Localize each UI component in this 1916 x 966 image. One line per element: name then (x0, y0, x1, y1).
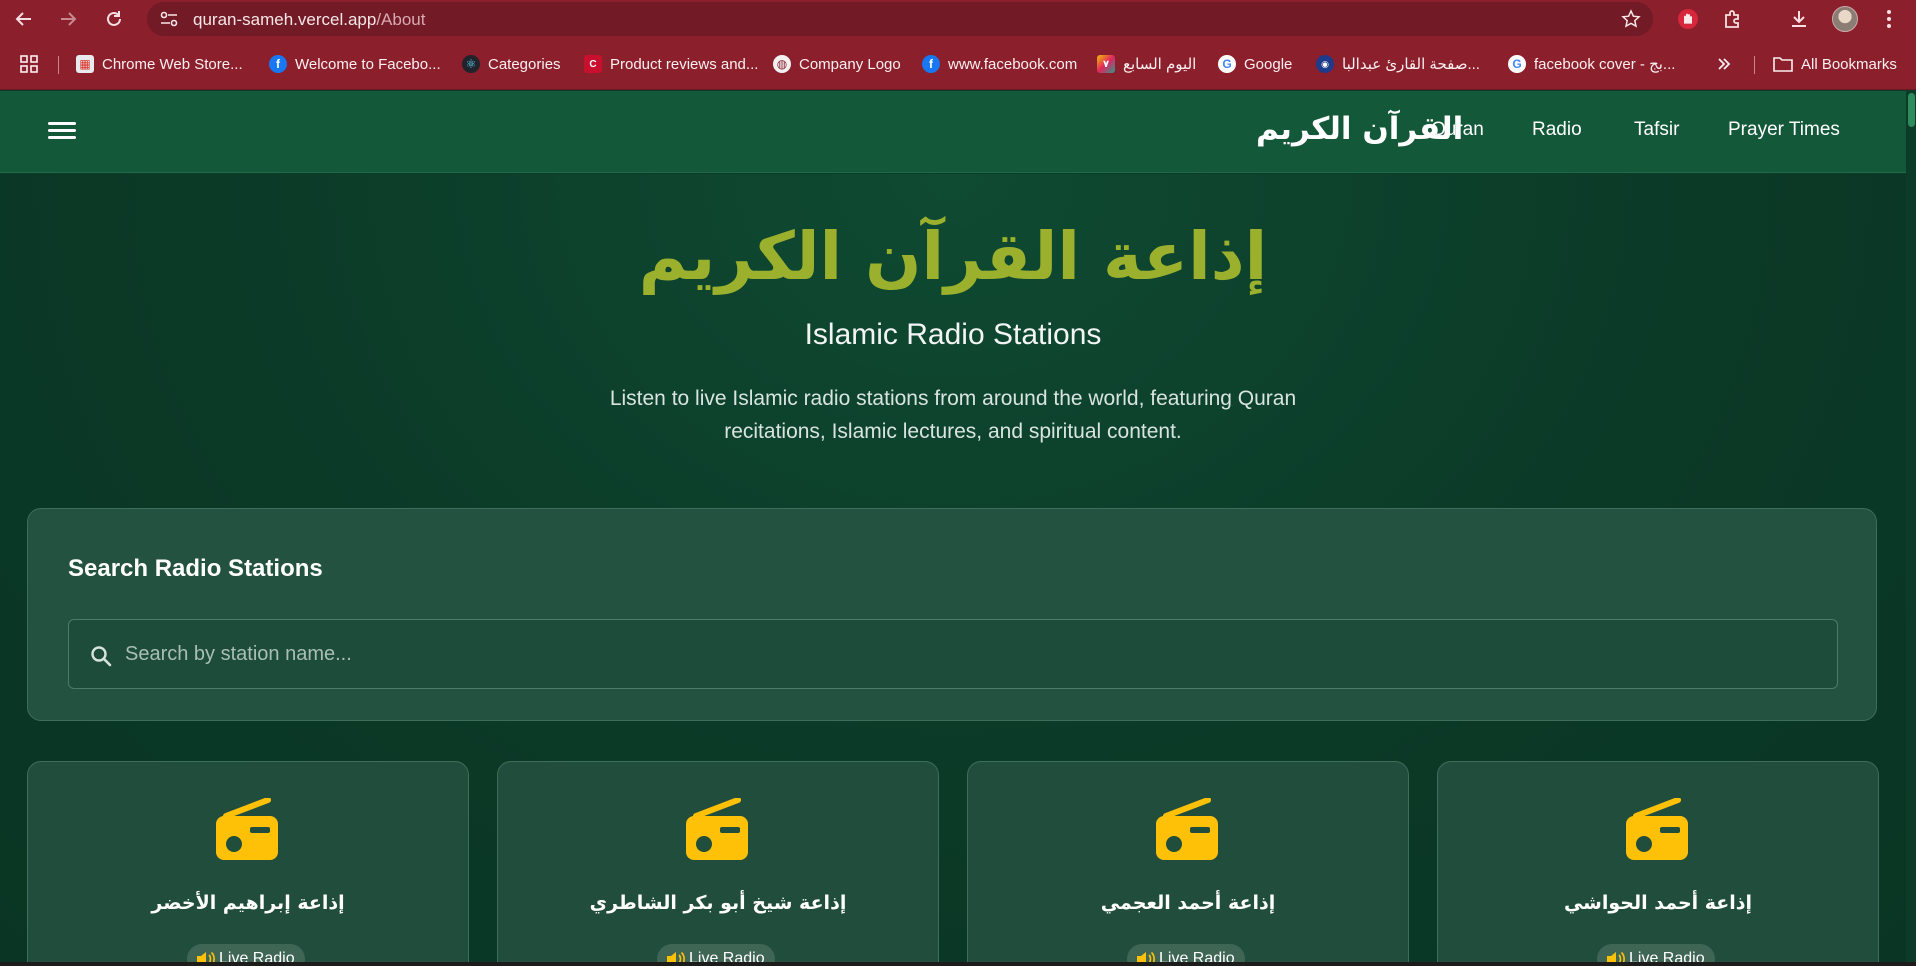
address-bar[interactable]: quran-sameh.vercel.app/About (147, 2, 1653, 36)
apps-grid-icon[interactable] (20, 53, 38, 75)
bookmark-label: www.facebook.com (948, 55, 1078, 73)
chrome-web-store-icon: ▦ (76, 55, 94, 73)
site-header: القرآن الكريم Quran Radio Tafsir Prayer … (0, 91, 1906, 173)
speaker-icon (667, 951, 685, 962)
hero-description: Listen to live Islamic radio stations fr… (609, 387, 1297, 443)
product-reviews-icon: C (584, 55, 602, 73)
download-icon[interactable] (1787, 7, 1811, 31)
bookmark-company-logo[interactable]: ◍ Company Logo (773, 53, 901, 75)
browser-toolbar: quran-sameh.vercel.app/About (0, 0, 1916, 38)
bookmark-label: Google (1244, 55, 1293, 73)
extensions-puzzle-icon[interactable] (1721, 7, 1745, 31)
bookmark-star-icon[interactable] (1621, 9, 1641, 29)
radio-icon (1156, 798, 1218, 860)
bookmark-label: Welcome to Facebo... (295, 55, 441, 73)
station-card[interactable]: إذاعة إبراهيم الأخضر Live Radio (27, 761, 469, 962)
profile-avatar[interactable] (1832, 6, 1858, 32)
nav-quran[interactable]: Quran (1431, 119, 1484, 141)
bookmark-welcome-facebook[interactable]: f Welcome to Facebo... (269, 53, 441, 75)
station-card[interactable]: إذاعة أحمد العجمي Live Radio (967, 761, 1409, 962)
radio-icon (216, 798, 278, 860)
main-content: إذاعة القرآن الكريم Islamic Radio Statio… (0, 174, 1906, 962)
reload-icon[interactable] (102, 7, 126, 31)
hero-title-english: Islamic Radio Stations (804, 318, 1102, 351)
globe-icon: ◍ (773, 55, 791, 73)
bookmark-label: Categories (488, 55, 561, 73)
live-radio-badge: Live Radio (187, 944, 305, 962)
bookmark-chrome-web-store[interactable]: ▦ Chrome Web Store... (76, 53, 243, 75)
speaker-icon (1607, 951, 1625, 962)
facebook-icon: f (922, 55, 940, 73)
browser-menu-icon[interactable] (1877, 7, 1901, 31)
bookmark-categories[interactable]: ⚛ Categories (462, 53, 561, 75)
live-radio-badge: Live Radio (657, 944, 775, 962)
bookmarks-bar: ▦ Chrome Web Store... f Welcome to Faceb… (0, 38, 1916, 90)
folder-icon (1773, 57, 1793, 72)
all-bookmarks-label: All Bookmarks (1801, 55, 1897, 73)
bookmark-youm7[interactable]: ٧ اليوم السابع (1097, 53, 1196, 75)
site-settings-icon[interactable] (159, 10, 179, 28)
react-icon: ⚛ (462, 55, 480, 73)
nav-prayer-times[interactable]: Prayer Times (1728, 119, 1840, 141)
live-radio-badge: Live Radio (1597, 944, 1715, 962)
page-scrollbar[interactable] (1906, 91, 1916, 962)
search-icon (91, 646, 112, 667)
back-icon[interactable] (12, 7, 36, 31)
google-icon: G (1218, 55, 1236, 73)
youm7-icon: ٧ (1097, 55, 1115, 73)
nav-radio[interactable]: Radio (1532, 119, 1582, 141)
extension-stop-icon[interactable] (1676, 7, 1700, 31)
search-card-title: Search Radio Stations (68, 555, 323, 582)
station-name: إذاعة أحمد العجمي (1100, 892, 1276, 914)
facebook-icon: f (269, 55, 287, 73)
hero-title-arabic: إذاعة القرآن الكريم (638, 218, 1268, 295)
bookmark-label: Company Logo (799, 55, 901, 73)
bookmark-label: Product reviews and... (610, 55, 759, 73)
station-name: إذاعة أحمد الحواشي (1563, 892, 1753, 914)
reciter-page-icon: ◉ (1316, 55, 1334, 73)
station-name: إذاعة شيخ أبو بكر الشاطري (589, 892, 847, 914)
live-radio-badge: Live Radio (1127, 944, 1245, 962)
bookmark-facebook-cover[interactable]: G facebook cover - بج... (1508, 53, 1675, 75)
bookmark-label: facebook cover - بج... (1534, 56, 1676, 73)
radio-icon (1626, 798, 1688, 860)
url-text: quran-sameh.vercel.app/About (193, 10, 426, 29)
window-bottom-edge (0, 962, 1916, 966)
all-bookmarks-folder[interactable]: All Bookmarks (1773, 53, 1897, 75)
speaker-icon (197, 951, 215, 962)
google-icon: G (1508, 55, 1526, 73)
bookmark-product-reviews[interactable]: C Product reviews and... (584, 53, 758, 75)
search-input[interactable] (125, 620, 1825, 688)
scrollbar-thumb[interactable] (1908, 93, 1915, 127)
more-bookmarks-chevron-icon[interactable] (1716, 53, 1732, 75)
bookmark-reciter-page[interactable]: ◉ صفحة القارئ عبدالبا... (1316, 53, 1480, 75)
radio-icon (686, 798, 748, 860)
bookmark-label: صفحة القارئ عبدالبا... (1342, 56, 1480, 73)
station-card[interactable]: إذاعة أحمد الحواشي Live Radio (1437, 761, 1879, 962)
speaker-icon (1137, 951, 1155, 962)
search-box[interactable] (68, 619, 1838, 689)
station-name: إذاعة إبراهيم الأخضر (151, 892, 345, 914)
station-card[interactable]: إذاعة شيخ أبو بكر الشاطري Live Radio (497, 761, 939, 962)
nav-tafsir[interactable]: Tafsir (1634, 119, 1679, 141)
search-card: Search Radio Stations (27, 508, 1877, 721)
bookmark-label: Chrome Web Store... (102, 55, 243, 73)
bookmark-facebook-com[interactable]: f www.facebook.com (922, 53, 1077, 75)
bookmark-google[interactable]: G Google (1218, 53, 1292, 75)
bookmark-label: اليوم السابع (1123, 56, 1197, 73)
menu-hamburger-icon[interactable] (48, 118, 76, 144)
forward-icon[interactable] (56, 7, 80, 31)
